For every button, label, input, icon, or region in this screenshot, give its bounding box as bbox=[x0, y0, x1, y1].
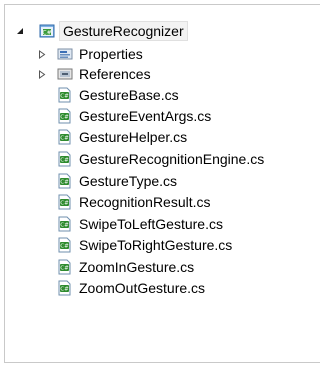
tree-item-label: GestureHelper.cs bbox=[79, 129, 188, 145]
expand-arrow-icon[interactable] bbox=[37, 64, 47, 84]
tree-item-file[interactable]: C# GestureType.cs bbox=[5, 171, 320, 191]
csharp-file-icon: C# bbox=[57, 237, 73, 253]
tree-item-file[interactable]: C# ZoomInGesture.cs bbox=[5, 257, 320, 277]
properties-folder-icon bbox=[57, 46, 73, 62]
tree-item-project[interactable]: C# GestureRecognizer bbox=[5, 21, 320, 41]
tree-item-file[interactable]: C# GestureRecognitionEngine.cs bbox=[5, 149, 320, 169]
csharp-file-icon: C# bbox=[57, 129, 73, 145]
expand-arrow-icon[interactable] bbox=[37, 44, 47, 64]
collapse-arrow-icon[interactable] bbox=[15, 21, 25, 41]
svg-text:C#: C# bbox=[60, 136, 69, 142]
csharp-file-icon: C# bbox=[57, 194, 73, 210]
tree-item-file[interactable]: C# GestureHelper.cs bbox=[5, 127, 320, 147]
csharp-file-icon: C# bbox=[57, 151, 73, 167]
svg-text:C#: C# bbox=[60, 201, 69, 207]
tree-item-label: SwipeToLeftGesture.cs bbox=[79, 216, 223, 232]
csharp-file-icon: C# bbox=[57, 108, 73, 124]
svg-text:C#: C# bbox=[42, 30, 51, 37]
tree-item-label: GestureBase.cs bbox=[79, 87, 179, 103]
svg-text:C#: C# bbox=[60, 244, 69, 250]
tree-item-file[interactable]: C# RecognitionResult.cs bbox=[5, 192, 320, 212]
svg-text:C#: C# bbox=[60, 223, 69, 229]
tree-item-file[interactable]: C# GestureEventArgs.cs bbox=[5, 106, 320, 126]
tree-item-file[interactable]: C# ZoomOutGesture.cs bbox=[5, 278, 320, 298]
references-folder-icon bbox=[57, 66, 73, 82]
svg-text:C#: C# bbox=[60, 287, 69, 293]
tree-item-label: GestureEventArgs.cs bbox=[79, 108, 212, 124]
tree-item-file[interactable]: C# SwipeToLeftGesture.cs bbox=[5, 214, 320, 234]
tree-item-file[interactable]: C# GestureBase.cs bbox=[5, 85, 320, 105]
tree-item-label: Properties bbox=[79, 46, 143, 62]
csharp-file-icon: C# bbox=[57, 259, 73, 275]
tree-item-label: SwipeToRightGesture.cs bbox=[79, 237, 233, 253]
tree-item-label: GestureType.cs bbox=[79, 173, 178, 189]
tree-item-file[interactable]: C# SwipeToRightGesture.cs bbox=[5, 235, 320, 255]
tree-item-label: GestureRecognitionEngine.cs bbox=[79, 151, 265, 167]
tree-item-references[interactable]: References bbox=[5, 64, 320, 84]
tree-item-properties[interactable]: Properties bbox=[5, 44, 320, 64]
svg-text:C#: C# bbox=[60, 180, 69, 186]
project-label: GestureRecognizer bbox=[59, 21, 188, 41]
csharp-file-icon: C# bbox=[57, 87, 73, 103]
svg-text:C#: C# bbox=[60, 266, 69, 272]
solution-explorer-tree: C# GestureRecognizer Properties Referenc… bbox=[4, 4, 320, 363]
svg-text:C#: C# bbox=[60, 115, 69, 121]
csharp-project-icon: C# bbox=[39, 23, 55, 39]
tree-item-label: References bbox=[79, 66, 151, 82]
tree-item-label: ZoomInGesture.cs bbox=[79, 259, 195, 275]
csharp-file-icon: C# bbox=[57, 173, 73, 189]
csharp-file-icon: C# bbox=[57, 216, 73, 232]
svg-text:C#: C# bbox=[60, 158, 69, 164]
tree-item-label: ZoomOutGesture.cs bbox=[79, 280, 206, 296]
csharp-file-icon: C# bbox=[57, 280, 73, 296]
tree-item-label: RecognitionResult.cs bbox=[79, 194, 211, 210]
svg-text:C#: C# bbox=[60, 94, 69, 100]
